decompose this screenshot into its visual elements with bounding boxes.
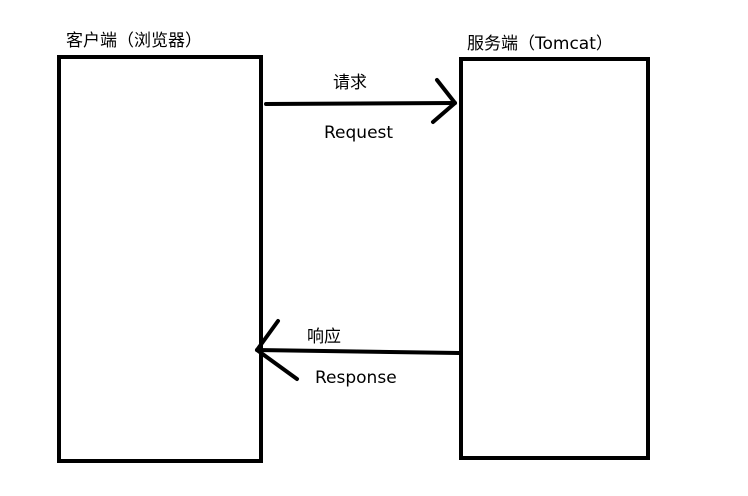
response-arrow [255, 319, 461, 381]
request-arrowhead [431, 78, 457, 124]
request-arrow-shaft [264, 101, 457, 106]
arrows-layer [255, 78, 461, 381]
request-arrow [264, 78, 457, 124]
response-arrow-shaft [255, 348, 461, 355]
